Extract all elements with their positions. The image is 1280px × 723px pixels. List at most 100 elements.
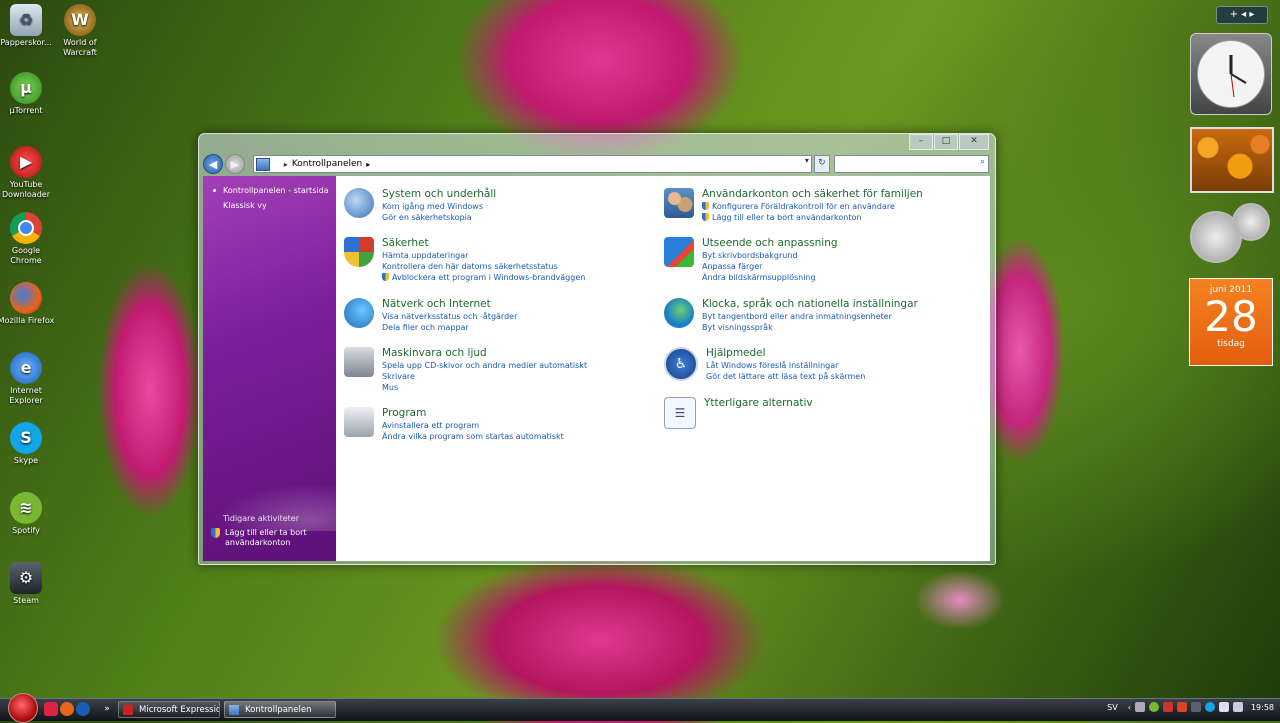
task-link[interactable]: Kom igång med Windows (382, 201, 496, 212)
tray-app-icon[interactable] (1134, 702, 1145, 712)
recycle-bin-icon: ♻ (10, 4, 42, 36)
start-button[interactable] (8, 693, 38, 723)
youtube-downloader-icon: ▶ (10, 146, 42, 178)
task-link[interactable]: Ändra bildskärmsupplösning (702, 272, 838, 283)
ie-quicklaunch-icon[interactable] (76, 702, 90, 716)
category-title[interactable]: Användarkonton och säkerhet för familjen (702, 188, 923, 201)
category-title[interactable]: Säkerhet (382, 237, 585, 250)
task-link[interactable]: Byt visningsspråk (702, 322, 918, 333)
desktop-icon-recycle-bin[interactable]: ♻ Papperskor... (0, 4, 56, 48)
category-system: System och underhåll Kom igång med Windo… (344, 188, 496, 223)
clock-time[interactable]: 19:58 (1251, 703, 1274, 712)
language-indicator[interactable]: SV (1107, 703, 1118, 712)
task-link[interactable]: Visa nätverksstatus och -åtgärder (382, 311, 517, 322)
skype-icon: S (10, 422, 42, 454)
desktop-icon-spotify[interactable]: ≋ Spotify (0, 492, 56, 536)
taskbar-button-expression[interactable]: Microsoft Expressio... (118, 701, 220, 718)
desktop-icon-skype[interactable]: S Skype (0, 422, 56, 466)
close-button[interactable]: ✕ (959, 134, 989, 150)
security-shield-icon (344, 237, 374, 267)
recent-task-item[interactable]: Lägg till eller ta bort användarkonton (211, 528, 313, 548)
search-icon[interactable]: ⌕ (980, 157, 985, 167)
maximize-button[interactable]: □ (934, 134, 958, 150)
task-link[interactable]: Lägg till eller ta bort användarkonton (702, 212, 923, 223)
address-row: ◀ ▶ ▸ Kontrollpanelen ▸ ▾ ↻ ⌕ (203, 154, 989, 174)
task-link[interactable]: Spela upp CD-skivor och andra medier aut… (382, 360, 587, 371)
task-link[interactable]: Dela filer och mappar (382, 322, 517, 333)
control-panel-icon (255, 157, 270, 171)
task-link[interactable]: Gör det lättare att läsa text på skärmen (706, 371, 865, 382)
back-button[interactable]: ◀ (203, 154, 223, 174)
category-title[interactable]: Hjälpmedel (706, 347, 865, 360)
volume-tray-icon[interactable] (1232, 702, 1243, 712)
breadcrumb-control-panel[interactable]: Kontrollpanelen (292, 159, 362, 169)
desktop-icon-youtube-downloader[interactable]: ▶ YouTube Downloader (0, 146, 56, 200)
category-programs: Program Avinstallera ett program Ändra v… (344, 407, 564, 442)
bullet-icon (213, 189, 216, 192)
forward-button[interactable]: ▶ (224, 154, 245, 174)
desktop-icon-wow[interactable]: W World of Warcraft (50, 4, 110, 58)
desktop-icon-chrome[interactable]: Google Chrome (0, 212, 56, 266)
task-link[interactable]: Avinstallera ett program (382, 420, 564, 431)
sidebar-item-classic-view[interactable]: Klassisk vy (223, 201, 267, 210)
taskbar-button-control-panel[interactable]: Kontrollpanelen (224, 701, 336, 718)
search-input[interactable]: ⌕ (833, 155, 989, 173)
task-link[interactable]: Byt tangentbord eller andra inmatningsen… (702, 311, 918, 322)
tray-skype-icon[interactable] (1204, 702, 1215, 712)
desktop-icon-steam[interactable]: ⚙ Steam (0, 562, 56, 606)
uac-shield-icon (702, 202, 709, 210)
category-title[interactable]: System och underhåll (382, 188, 496, 201)
memory-dial-icon (1232, 203, 1270, 241)
desktop-icon-internet-explorer[interactable]: e Internet Explorer (0, 352, 56, 406)
cpu-meter-gadget[interactable] (1190, 203, 1270, 263)
show-desktop-icon[interactable] (44, 702, 58, 716)
task-link[interactable]: Kontrollera den här datorns säkerhetssta… (382, 261, 585, 272)
desktop-icon-firefox[interactable]: Mozilla Firefox (0, 282, 56, 326)
quicklaunch-more-icon[interactable]: » (100, 702, 114, 716)
task-link[interactable]: Byt skrivbordsbakgrund (702, 250, 838, 261)
category-title[interactable]: Utseende och anpassning (702, 237, 838, 250)
tray-spotify-icon[interactable] (1148, 702, 1159, 712)
task-link[interactable]: Låt Windows föreslå inställningar (706, 360, 865, 371)
hardware-icon (344, 347, 374, 377)
system-icon (344, 188, 374, 218)
task-link[interactable]: Avblockera ett program i Windows-brandvä… (382, 272, 585, 283)
desktop-icon-utorrent[interactable]: µ µTorrent (0, 72, 56, 116)
task-link[interactable]: Ändra vilka program som startas automati… (382, 431, 564, 442)
task-link[interactable]: Anpassa färger (702, 261, 838, 272)
tray-steam-icon[interactable] (1190, 702, 1201, 712)
category-title[interactable]: Klocka, språk och nationella inställning… (702, 298, 918, 311)
firefox-quicklaunch-icon[interactable] (60, 702, 74, 716)
category-title[interactable]: Maskinvara och ljud (382, 347, 587, 360)
network-tray-icon[interactable] (1218, 702, 1229, 712)
category-clock-language: Klocka, språk och nationella inställning… (664, 298, 918, 333)
category-title[interactable]: Nätverk och Internet (382, 298, 517, 311)
task-pane: Kontrollpanelen - startsida Klassisk vy … (203, 176, 336, 561)
refresh-button[interactable]: ↻ (813, 155, 830, 173)
category-additional-options: ☰ Ytterligare alternativ (664, 397, 813, 429)
task-link[interactable]: Konfigurera Föräldrakontroll för en anvä… (702, 201, 923, 212)
calendar-gadget[interactable]: juni 2011 28 tisdag (1189, 278, 1273, 366)
sidebar-item-home[interactable]: Kontrollpanelen - startsida (213, 186, 329, 195)
wow-icon: W (64, 4, 96, 36)
minimize-button[interactable]: – (909, 134, 933, 150)
uac-shield-icon (382, 273, 389, 281)
slideshow-gadget[interactable] (1190, 127, 1274, 193)
address-dropdown-icon[interactable]: ▾ (805, 156, 809, 165)
task-link[interactable]: Gör en säkerhetskopia (382, 212, 496, 223)
category-title[interactable]: Program (382, 407, 564, 420)
tray-app-icon[interactable] (1176, 702, 1187, 712)
tray-expand-icon[interactable]: ‹ (1128, 703, 1131, 712)
breadcrumb-arrow-icon[interactable]: ▸ (274, 160, 288, 169)
clock-face-icon (1197, 40, 1265, 108)
task-link[interactable]: Mus (382, 382, 587, 393)
address-bar[interactable]: ▸ Kontrollpanelen ▸ ▾ (252, 155, 812, 173)
task-link[interactable]: Hämta uppdateringar (382, 250, 585, 261)
category-hardware: Maskinvara och ljud Spela upp CD-skivor … (344, 347, 587, 393)
clock-gadget[interactable] (1190, 33, 1272, 115)
task-link[interactable]: Skrivare (382, 371, 587, 382)
tray-app-icon[interactable] (1162, 702, 1173, 712)
breadcrumb-arrow-icon[interactable]: ▸ (366, 160, 370, 169)
category-title[interactable]: Ytterligare alternativ (704, 397, 813, 410)
sidebar-gadget-controls[interactable]: + ◂ ▸ (1216, 6, 1268, 24)
